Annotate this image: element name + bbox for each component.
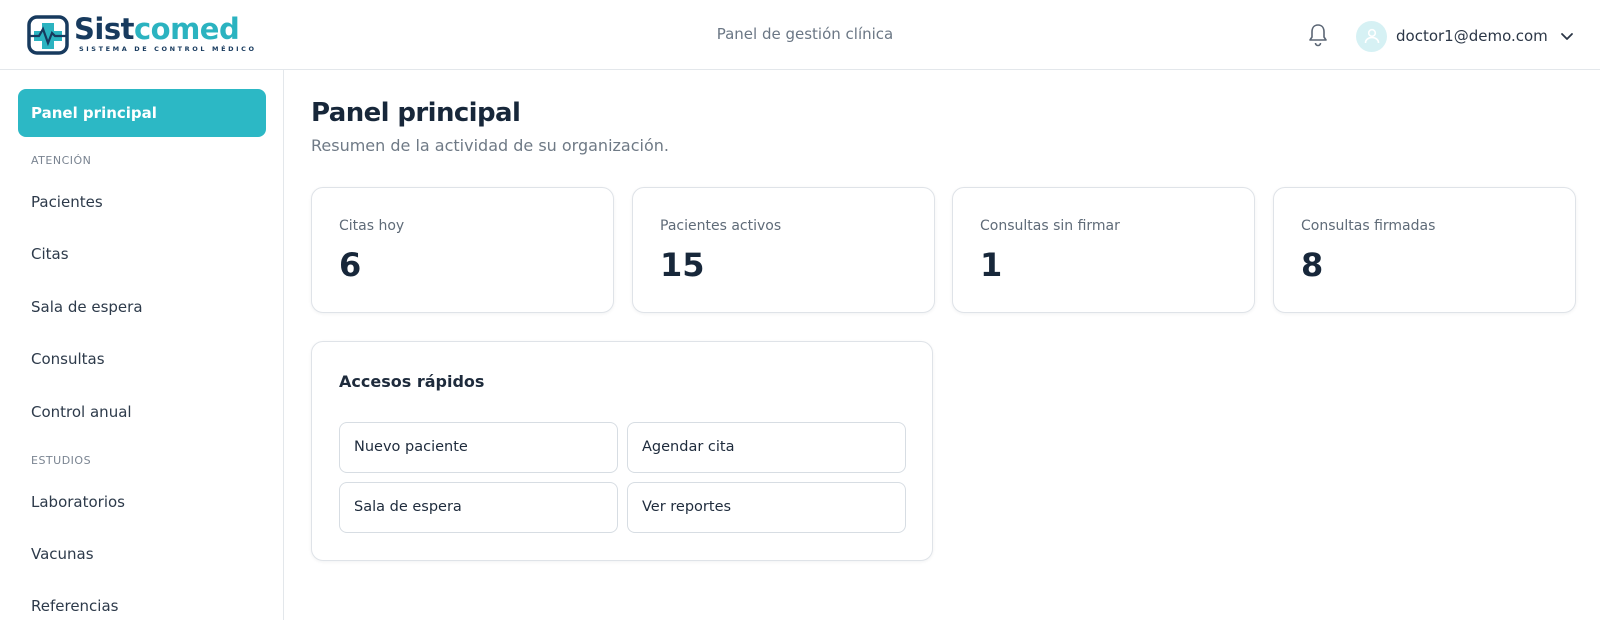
stat-value: 1	[980, 246, 1003, 284]
schedule-appointment-button[interactable]: Agendar cita	[627, 422, 906, 473]
quick-access-title: Accesos rápidos	[339, 372, 485, 391]
page-subtitle: Resumen de la actividad de su organizaci…	[311, 136, 669, 155]
stat-card-citas-hoy: Citas hoy 6	[311, 187, 614, 313]
avatar	[1356, 20, 1387, 52]
stat-value: 6	[339, 246, 362, 284]
user-email: doctor1@demo.com	[1396, 27, 1548, 45]
stat-card-consultas-sin-firmar: Consultas sin firmar 1	[952, 187, 1255, 313]
sidebar-item-panel-principal[interactable]: Panel principal	[18, 89, 266, 137]
sidebar-item-citas[interactable]: Citas	[31, 245, 69, 263]
new-patient-button[interactable]: Nuevo paciente	[339, 422, 618, 473]
bell-icon[interactable]	[1306, 22, 1330, 48]
main-content: Panel principal Resumen de la actividad …	[284, 70, 1600, 620]
sidebar-item-control-anual[interactable]: Control anual	[31, 403, 132, 421]
stat-label: Consultas sin firmar	[980, 218, 1120, 234]
waiting-room-button[interactable]: Sala de espera	[339, 482, 618, 533]
user-menu[interactable]: doctor1@demo.com	[1356, 20, 1574, 52]
stat-card-pacientes-activos: Pacientes activos 15	[632, 187, 935, 313]
sidebar: Panel principal ATENCIÓN Pacientes Citas…	[0, 70, 284, 620]
stat-value: 8	[1301, 246, 1324, 284]
stat-card-consultas-firmadas: Consultas firmadas 8	[1273, 187, 1576, 313]
sidebar-item-sala-de-espera[interactable]: Sala de espera	[31, 298, 143, 316]
page-title: Panel principal	[311, 98, 521, 128]
user-icon	[1364, 28, 1379, 44]
sidebar-section-estudios: ESTUDIOS	[31, 454, 92, 467]
stat-label: Consultas firmadas	[1301, 218, 1436, 234]
sidebar-item-laboratorios[interactable]: Laboratorios	[31, 493, 125, 511]
sidebar-item-consultas[interactable]: Consultas	[31, 350, 105, 368]
quick-access-card: Accesos rápidos Nuevo paciente Agendar c…	[311, 341, 933, 561]
stat-value: 15	[660, 246, 705, 284]
view-reports-button[interactable]: Ver reportes	[627, 482, 906, 533]
top-bar: Sistcomed SISTEMA DE CONTROL MÉDICO Pane…	[0, 0, 1600, 70]
chevron-down-icon[interactable]	[1560, 29, 1574, 43]
sidebar-item-vacunas[interactable]: Vacunas	[31, 545, 94, 563]
stat-label: Citas hoy	[339, 218, 405, 234]
brand-tagline: SISTEMA DE CONTROL MÉDICO	[79, 45, 257, 53]
stat-label: Pacientes activos	[660, 218, 782, 234]
sidebar-item-pacientes[interactable]: Pacientes	[31, 193, 103, 211]
sidebar-item-referencias[interactable]: Referencias	[31, 597, 118, 615]
sidebar-section-atencion: ATENCIÓN	[31, 154, 92, 167]
